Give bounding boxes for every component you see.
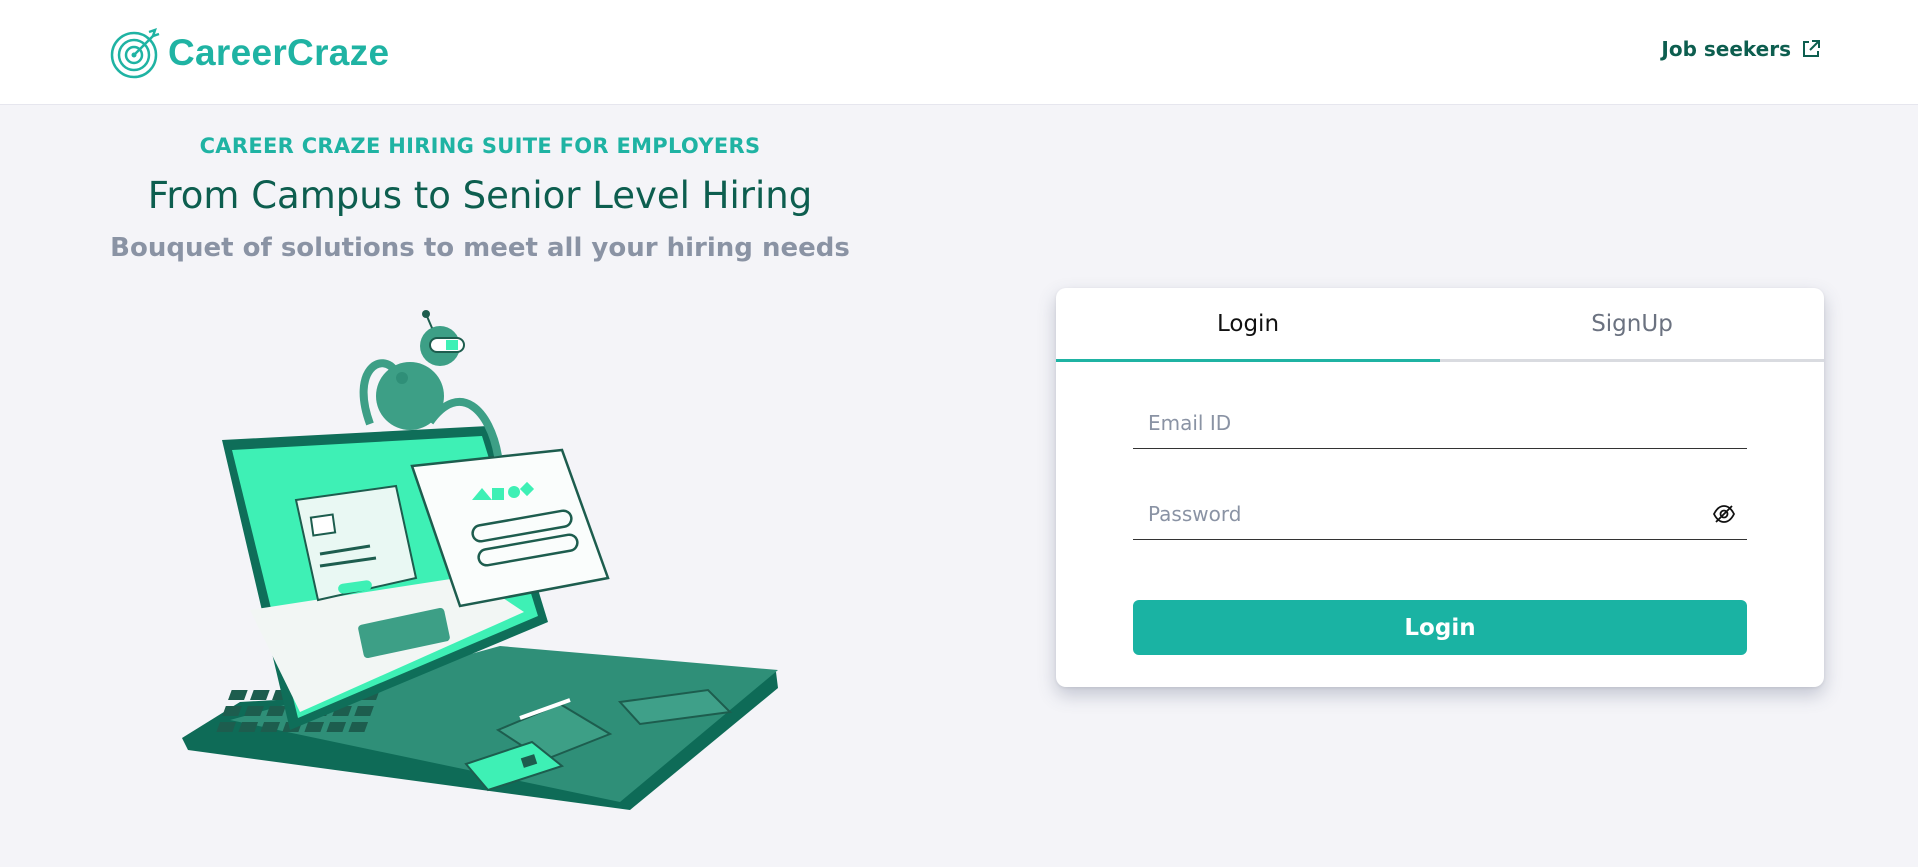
password-input[interactable] [1133, 502, 1747, 526]
job-seekers-link[interactable]: Job seekers [1661, 37, 1821, 61]
tab-login[interactable]: Login [1056, 288, 1440, 362]
auth-card: Login SignUp Login [1056, 288, 1824, 687]
email-field-wrapper [1133, 398, 1747, 449]
laptop-robot-illustration [182, 310, 778, 810]
email-input[interactable] [1133, 411, 1747, 435]
external-link-icon [1803, 40, 1820, 57]
hero-subline: Bouquet of solutions to meet all your hi… [110, 233, 850, 263]
auth-tabs: Login SignUp [1056, 288, 1824, 362]
password-field-wrapper [1133, 489, 1747, 540]
hero-section: CAREER CRAZE HIRING SUITE FOR EMPLOYERS … [80, 104, 880, 263]
hero-eyebrow: CAREER CRAZE HIRING SUITE FOR EMPLOYERS [199, 134, 761, 158]
brand-name: CareerCraze [168, 32, 390, 73]
job-seekers-label: Job seekers [1661, 37, 1791, 61]
top-header: CareerCraze Job seekers [0, 0, 1918, 105]
login-button[interactable]: Login [1133, 600, 1747, 655]
target-logo-icon [110, 28, 160, 79]
login-form: Login [1133, 398, 1747, 655]
tab-signup[interactable]: SignUp [1440, 288, 1824, 359]
brand-logo[interactable]: CareerCraze [109, 26, 389, 80]
hero-headline: From Campus to Senior Level Hiring [147, 174, 813, 217]
eye-off-icon[interactable] [1713, 504, 1735, 524]
